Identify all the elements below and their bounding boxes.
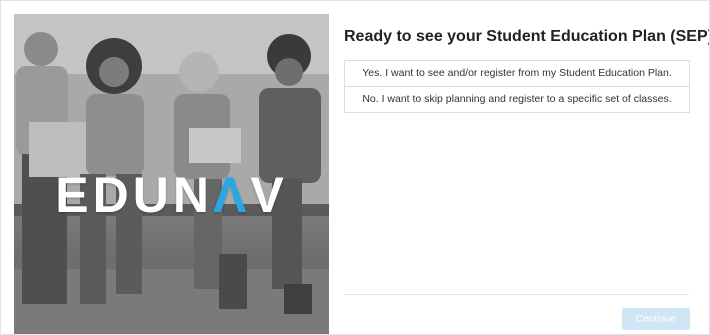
logo-text-2: V <box>250 167 288 223</box>
edunav-logo: EDUNΛV <box>14 166 329 224</box>
logo-accent-letter: Λ <box>212 167 251 223</box>
continue-button[interactable]: Continue <box>622 308 690 330</box>
option-yes-sep[interactable]: Yes. I want to see and/or register from … <box>345 61 689 86</box>
logo-text-1: EDUN <box>55 167 213 223</box>
sep-dialog: EDUNΛV Ready to see your Student Educati… <box>0 0 710 335</box>
page-title: Ready to see your Student Education Plan… <box>344 28 710 45</box>
footer-divider <box>344 294 689 295</box>
sep-options-list: Yes. I want to see and/or register from … <box>344 60 690 113</box>
hero-image: EDUNΛV <box>14 14 329 334</box>
option-no-skip-planning[interactable]: No. I want to skip planning and register… <box>345 86 689 112</box>
